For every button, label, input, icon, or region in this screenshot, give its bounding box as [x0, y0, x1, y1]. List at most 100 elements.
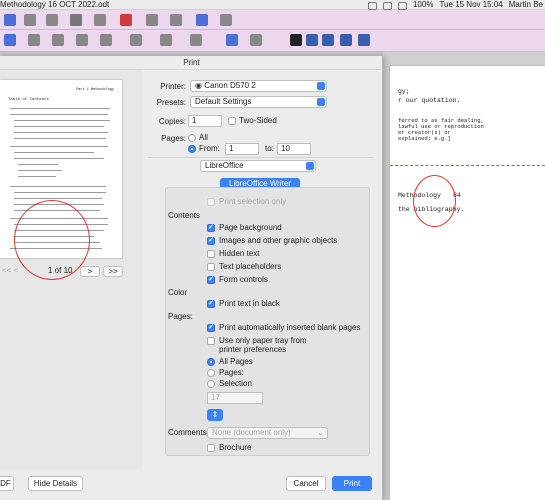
- brochure-checkbox[interactable]: [207, 444, 215, 452]
- callout-icon[interactable]: [190, 34, 202, 46]
- chevron-updown-icon: [317, 82, 325, 90]
- paper-tray-checkbox[interactable]: [207, 337, 215, 345]
- contents-label: Contents: [168, 211, 201, 220]
- pages-from-radio[interactable]: [188, 145, 196, 153]
- app-section-value: LibreOffice: [205, 161, 244, 170]
- images-checkbox[interactable]: [207, 236, 215, 245]
- selection-radio[interactable]: [207, 380, 215, 388]
- blank-pages-label: Print automatically inserted blank pages: [219, 323, 361, 332]
- text-style-icon[interactable]: [4, 14, 16, 26]
- contents-option-label: Page background: [219, 223, 282, 232]
- two-sided-checkbox[interactable]: [228, 117, 236, 125]
- frame-icon[interactable]: [220, 14, 232, 26]
- page-break-line: [390, 165, 545, 166]
- align-left-icon[interactable]: [28, 34, 40, 46]
- all-pages-radio[interactable]: [207, 358, 215, 366]
- doc-line: explained; e.g.]: [398, 135, 451, 142]
- two-sided-label: Two-Sided: [239, 116, 277, 125]
- justify-icon[interactable]: [100, 34, 112, 46]
- track-changes-icon[interactable]: [170, 14, 182, 26]
- play-icon[interactable]: [290, 34, 302, 46]
- refresh-icon[interactable]: [340, 34, 352, 46]
- print-black-label: Print text in black: [219, 299, 280, 308]
- clock[interactable]: Tue 15 Nov 15:04: [439, 0, 502, 10]
- align-right-icon[interactable]: [76, 34, 88, 46]
- drawing-toolbar: [0, 30, 545, 52]
- status-area: 100% Tue 15 Nov 15:04 Martin Be: [367, 0, 543, 10]
- text-box-icon[interactable]: [4, 34, 16, 46]
- printer-label: Printer:: [160, 82, 186, 91]
- contents-option-label: Text placeholders: [219, 262, 282, 271]
- document-title: Methodology 16 OCT 2022.odt: [0, 0, 110, 9]
- cancel-button[interactable]: Cancel: [286, 476, 326, 491]
- chevron-updown-icon: [306, 162, 314, 170]
- wifi-icon[interactable]: [397, 1, 407, 10]
- color-label: Color: [168, 288, 188, 297]
- hidden-text-checkbox[interactable]: [207, 250, 215, 258]
- blank-pages-checkbox[interactable]: [207, 323, 215, 332]
- preview-line: [14, 132, 108, 133]
- link-icon[interactable]: [120, 14, 132, 26]
- shape-icon[interactable]: [196, 14, 208, 26]
- menu-bar: Methodology 16 OCT 2022.odt 100% Tue 15 …: [0, 0, 545, 10]
- preview-line: [10, 186, 106, 187]
- printer-select[interactable]: ◉ Canon D570 2: [190, 80, 327, 92]
- print-button[interactable]: Print: [332, 476, 372, 491]
- battery-percent[interactable]: 100%: [413, 0, 433, 10]
- indent-icon[interactable]: [130, 34, 142, 46]
- preview-last-button[interactable]: >>: [103, 266, 123, 277]
- preview-next-button[interactable]: >: [80, 266, 100, 277]
- copies-label: Copies:: [158, 117, 186, 126]
- field-icon[interactable]: [94, 14, 106, 26]
- record-icon[interactable]: [367, 1, 377, 10]
- pages-radio[interactable]: [207, 369, 215, 377]
- pdf-button[interactable]: DF: [0, 476, 14, 491]
- formatting-toolbar: [0, 10, 545, 30]
- line-icon[interactable]: [226, 34, 238, 46]
- align-center-icon[interactable]: [52, 34, 64, 46]
- hide-details-button[interactable]: Hide Details: [28, 476, 83, 491]
- presets-select[interactable]: Default Settings: [190, 96, 327, 108]
- preview-line: [14, 152, 94, 153]
- form-controls-checkbox[interactable]: [207, 275, 215, 284]
- comments-label: Comments: [168, 428, 207, 437]
- align-icon[interactable]: [24, 14, 36, 26]
- preview-line: [14, 192, 106, 193]
- app-section-select[interactable]: LibreOffice: [200, 160, 316, 172]
- preview-line: [14, 126, 104, 127]
- print-black-checkbox[interactable]: [207, 299, 215, 308]
- presets-value: Default Settings: [195, 97, 252, 106]
- find-icon[interactable]: [306, 34, 318, 46]
- preview-line: [18, 170, 62, 171]
- comment-icon[interactable]: [146, 14, 158, 26]
- omega-icon[interactable]: [70, 14, 82, 26]
- preview-line: [10, 114, 108, 115]
- preview-line: [14, 138, 106, 139]
- pages-label: Pages:: [161, 134, 186, 143]
- preview-line: [10, 146, 108, 147]
- user-name[interactable]: Martin Be: [509, 0, 543, 10]
- print-dialog: Print Part 1 Methodology Table of Conten…: [0, 56, 383, 500]
- text-placeholders-checkbox[interactable]: [207, 263, 215, 271]
- pages-all-radio[interactable]: [188, 134, 196, 142]
- copies-input[interactable]: 1: [188, 115, 222, 127]
- navigator-icon[interactable]: [358, 34, 370, 46]
- paper-tray-label-2: printer preferences: [219, 345, 287, 354]
- from-input[interactable]: 1: [225, 143, 259, 155]
- chevron-updown-icon[interactable]: ⇕: [207, 409, 223, 421]
- rectangle-icon[interactable]: [250, 34, 262, 46]
- page-background-checkbox[interactable]: [207, 223, 215, 232]
- annotation-circle: [413, 175, 456, 227]
- to-input[interactable]: 10: [277, 143, 311, 155]
- spacing-icon[interactable]: [160, 34, 172, 46]
- preview-line: [10, 108, 110, 109]
- preview-prev-buttons[interactable]: << <: [2, 264, 18, 278]
- zoom-icon[interactable]: [322, 34, 334, 46]
- dropbox-icon[interactable]: [382, 1, 392, 10]
- comments-select[interactable]: None (document only) ⌄: [207, 427, 328, 439]
- preview-line: [14, 120, 110, 121]
- list-icon[interactable]: [46, 14, 58, 26]
- page-option-label: Pages:: [219, 368, 244, 377]
- pages-range-input[interactable]: 17: [207, 392, 263, 404]
- from-label: From:: [199, 144, 220, 153]
